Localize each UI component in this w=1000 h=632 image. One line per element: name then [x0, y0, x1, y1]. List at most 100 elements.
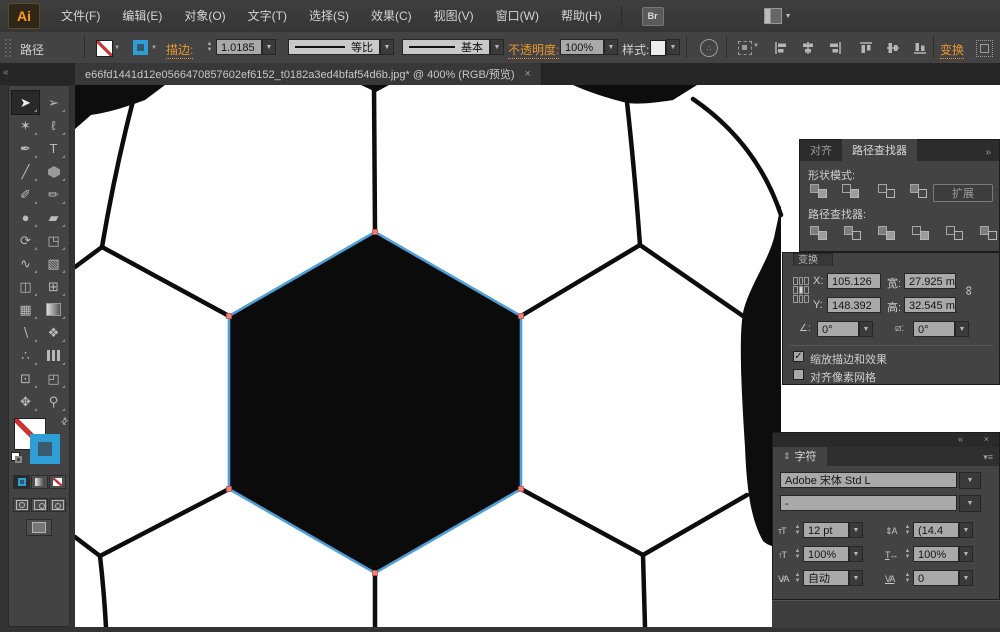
menu-window[interactable]: 窗口(W): [485, 0, 550, 32]
stroke-weight-field[interactable]: 1.0185: [216, 39, 262, 55]
shape-builder-tool[interactable]: ◫: [12, 275, 39, 298]
fill-dropdown-icon[interactable]: ▼: [114, 45, 120, 51]
style-swatch[interactable]: [650, 40, 666, 56]
kerning-field[interactable]: 自动: [803, 570, 849, 586]
scale-strokes-checkbox[interactable]: ✓: [793, 351, 804, 362]
none-mode-button[interactable]: [49, 475, 66, 489]
gradient-tool[interactable]: [40, 298, 67, 321]
eraser-tool[interactable]: ▰: [40, 206, 67, 229]
collapse-tabs-icon[interactable]: «: [3, 67, 9, 78]
artboard-tool[interactable]: ⊡: [12, 367, 39, 390]
menu-select[interactable]: 选择(S): [298, 0, 360, 32]
x-field[interactable]: 105.126: [827, 273, 881, 289]
tab-transform[interactable]: 变换: [793, 253, 833, 266]
stroke-dropdown-icon[interactable]: ▼: [151, 45, 157, 51]
outline-button[interactable]: [946, 226, 963, 240]
align-right-button[interactable]: [824, 38, 846, 57]
polygon-tool[interactable]: [40, 160, 67, 183]
vertical-scale-dropdown[interactable]: ▼: [849, 546, 863, 562]
swap-fill-stroke-icon[interactable]: ⇄: [58, 415, 71, 428]
y-field[interactable]: 148.392: [827, 297, 881, 313]
horizontal-scale-dropdown[interactable]: ▼: [959, 546, 973, 562]
brush-definition-combo[interactable]: 基本: [402, 39, 490, 55]
stroke-weight-label[interactable]: 描边:: [166, 41, 193, 59]
divide-button[interactable]: [810, 226, 827, 240]
leading-dropdown[interactable]: ▼: [959, 522, 973, 538]
shear-dropdown[interactable]: ▼: [955, 321, 969, 337]
stroke-weight-dropdown[interactable]: ▼: [262, 39, 276, 55]
pen-tool[interactable]: ✒: [12, 137, 39, 160]
workspace-switcher[interactable]: ▼: [764, 8, 792, 24]
font-style-field[interactable]: -: [780, 495, 957, 511]
width-profile-dropdown[interactable]: ▼: [380, 39, 394, 55]
align-left-button[interactable]: [770, 38, 792, 57]
symbol-sprayer-tool[interactable]: ∴: [12, 344, 39, 367]
menu-view[interactable]: 视图(V): [423, 0, 485, 32]
panel-grip[interactable]: [4, 38, 12, 58]
expand-button[interactable]: 扩展: [933, 184, 993, 202]
menu-edit[interactable]: 编辑(E): [111, 0, 173, 32]
default-fill-stroke-icon[interactable]: [11, 452, 24, 465]
pencil-tool[interactable]: ✏: [40, 183, 67, 206]
selection-tool[interactable]: ➤: [12, 91, 39, 114]
stroke-color-swatch[interactable]: [133, 40, 148, 55]
gradient-mode-button[interactable]: [31, 475, 48, 489]
leading-field[interactable]: (14.4: [913, 522, 959, 538]
align-to-dropdown[interactable]: ▼: [753, 43, 759, 49]
menu-file[interactable]: 文件(F): [50, 0, 111, 32]
magic-wand-tool[interactable]: ✶: [12, 114, 39, 137]
bridge-button[interactable]: Br: [642, 7, 664, 26]
mesh-tool[interactable]: ▦: [12, 298, 39, 321]
horizontal-scale-field[interactable]: 100%: [913, 546, 959, 562]
width-field[interactable]: 27.925 m: [904, 273, 956, 289]
minus-back-button[interactable]: [980, 226, 997, 240]
height-field[interactable]: 32.545 m: [904, 297, 956, 313]
panel-expand-icon[interactable]: »: [977, 144, 999, 161]
panel-menu-icon[interactable]: ▾≡: [977, 449, 999, 466]
merge-button[interactable]: [878, 226, 895, 240]
crop-button[interactable]: [912, 226, 929, 240]
minus-front-button[interactable]: [842, 184, 859, 198]
stroke-weight-stepper[interactable]: ▲▼: [205, 41, 214, 53]
tab-pathfinder[interactable]: 路径查找器: [842, 139, 917, 161]
paintbrush-tool[interactable]: ✐: [12, 183, 39, 206]
align-to-selection-icon[interactable]: [738, 41, 752, 55]
fill-none-swatch[interactable]: [96, 40, 113, 57]
font-size-dropdown[interactable]: ▼: [849, 522, 863, 538]
width-tool[interactable]: ∿: [12, 252, 39, 275]
kerning-stepper[interactable]: ▲▼: [793, 572, 802, 584]
font-family-field[interactable]: Adobe 宋体 Std L: [780, 472, 957, 488]
exclude-button[interactable]: [910, 184, 927, 198]
tab-align[interactable]: 对齐: [800, 139, 842, 161]
stroke-swatch-active[interactable]: [30, 434, 60, 464]
tracking-dropdown[interactable]: ▼: [959, 570, 973, 586]
align-bottom-button[interactable]: [909, 38, 931, 57]
shear-field[interactable]: 0°: [913, 321, 955, 337]
document-tab[interactable]: e66fd1441d12e0566470857602ef6152_t0182a3…: [75, 63, 542, 85]
color-mode-button[interactable]: [13, 475, 30, 489]
scale-tool[interactable]: ◳: [40, 229, 67, 252]
align-center-horizontal-button[interactable]: [797, 38, 819, 57]
tab-character[interactable]: ⇕ 字符: [773, 446, 827, 466]
kerning-dropdown[interactable]: ▼: [849, 570, 863, 586]
close-icon[interactable]: ×: [525, 68, 531, 80]
horizontal-scale-stepper[interactable]: ▲▼: [903, 548, 912, 560]
opacity-label[interactable]: 不透明度:: [508, 41, 559, 59]
blend-tool[interactable]: ❖: [40, 321, 67, 344]
style-dropdown[interactable]: ▼: [666, 39, 680, 55]
menu-help[interactable]: 帮助(H): [550, 0, 613, 32]
menu-type[interactable]: 文字(T): [237, 0, 298, 32]
screen-mode-button[interactable]: [26, 519, 52, 536]
constrain-proportions-icon[interactable]: ∞: [962, 286, 977, 295]
zoom-tool[interactable]: ⚲: [40, 390, 67, 413]
recolor-artwork-icon[interactable]: ∴: [700, 39, 718, 57]
illustrator-logo[interactable]: Ai: [8, 3, 40, 29]
unite-button[interactable]: [810, 184, 827, 198]
direct-selection-tool[interactable]: ➢: [40, 91, 67, 114]
draw-inside-button[interactable]: [49, 498, 66, 512]
pixel-grid-checkbox[interactable]: [793, 369, 804, 380]
perspective-grid-tool[interactable]: ⊞: [40, 275, 67, 298]
close-panel-icon[interactable]: ×: [984, 434, 989, 444]
tracking-stepper[interactable]: ▲▼: [903, 572, 912, 584]
draw-behind-button[interactable]: [31, 498, 48, 512]
